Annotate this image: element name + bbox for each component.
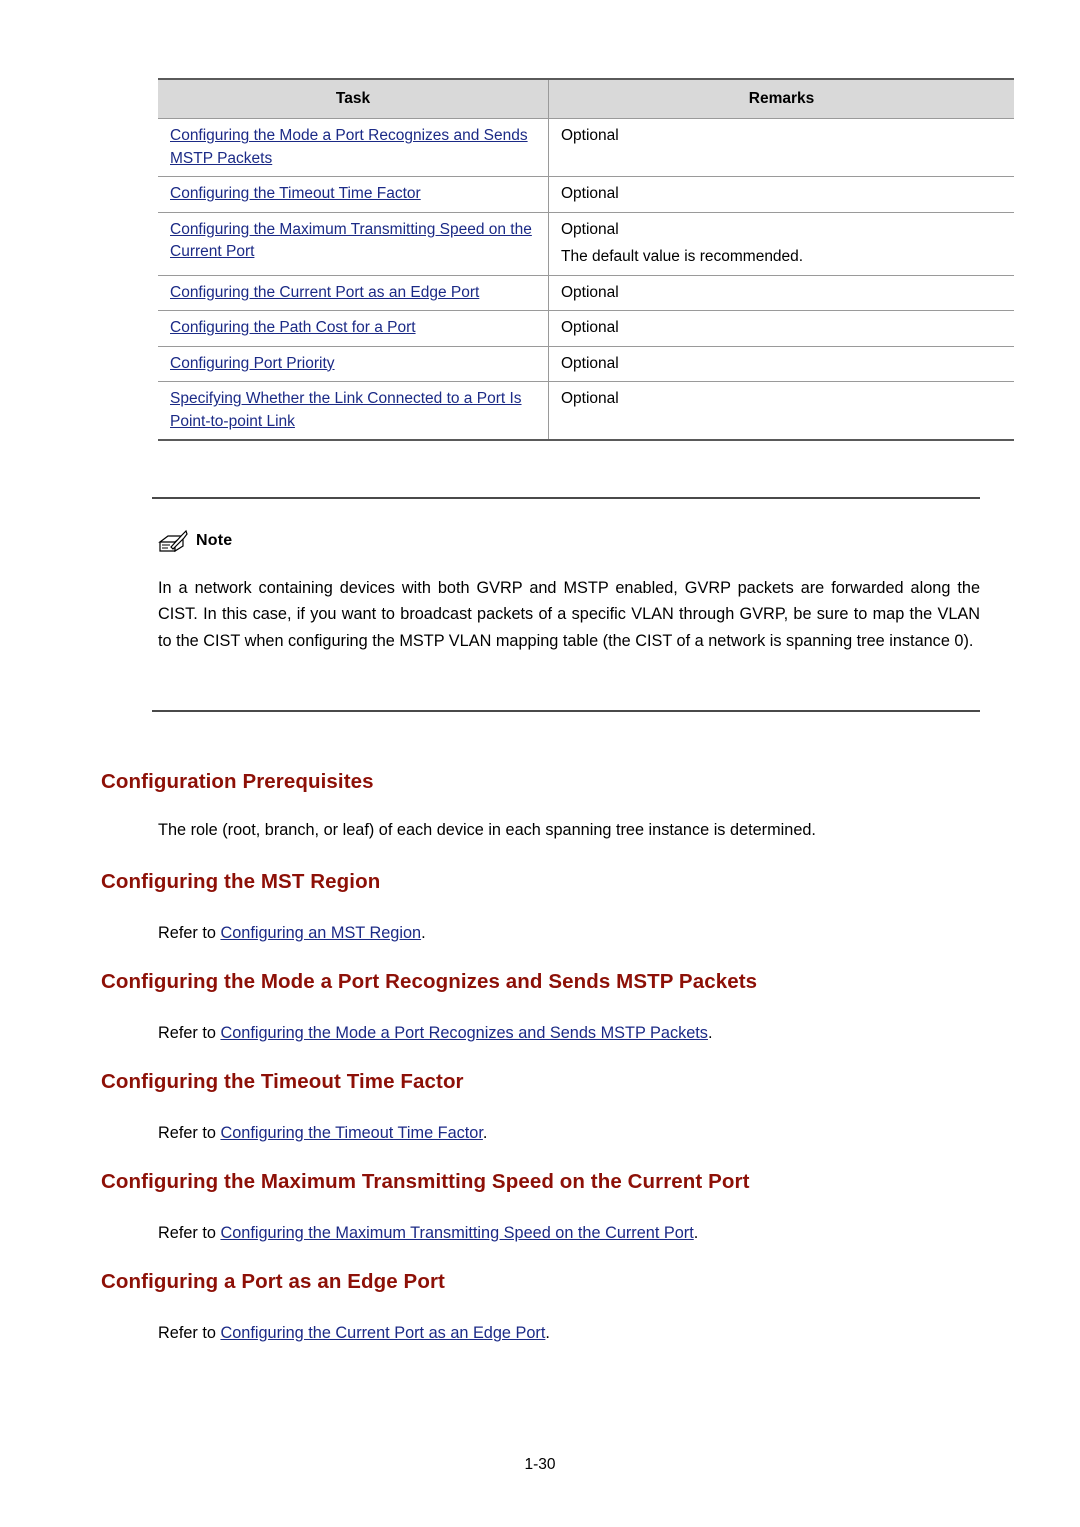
table-cell-remarks: Optional [548,176,1014,213]
note-label: Note [196,532,233,549]
paragraph-suffix: . [707,1024,713,1042]
remark-line: The default value is recommended. [561,248,804,266]
note-divider-bottom [152,710,980,712]
task-remarks-table: Task Remarks Configuring the Mode a Port… [158,78,1014,442]
table-row: Configuring the Maximum Transmitting Spe… [158,211,1014,276]
cross-reference-link[interactable]: Configuring an MST Region [220,924,421,942]
remark-line: Optional [561,390,619,408]
document-page: Task Remarks Configuring the Mode a Port… [0,0,1080,1527]
task-link[interactable]: Configuring the Current Port as an Edge … [170,284,479,301]
task-link[interactable]: Specifying Whether the Link Connected to… [170,390,522,429]
table-cell-remarks: Optional [548,274,1014,312]
table-cell-remarks: Optional [548,310,1014,347]
page-footer: 1-30 [524,1456,556,1473]
table-row: Configuring the Current Port as an Edge … [158,274,1014,312]
table-cell-task: Configuring Port Priority [158,345,549,383]
remark-line: Optional [561,127,619,145]
table-row: Configuring the Timeout Time Factor Opti… [158,176,1014,213]
paragraph-configuring-a-port-as-an-edge-port: Refer to Configuring the Current Port as… [158,1321,550,1346]
paragraph-prefix: Refer to [158,1024,221,1042]
remark-line: Optional [561,319,619,337]
table-cell-task: Configuring the Maximum Transmitting Spe… [158,211,549,276]
paragraph-prefix: Refer to [158,1324,221,1342]
cross-reference-link[interactable]: Configuring the Mode a Port Recognizes a… [220,1024,708,1042]
table-header: Task Remarks [158,78,1014,120]
table-row: Configuring the Mode a Port Recognizes a… [158,118,1014,178]
paragraph-configuration-prerequisites: The role (root, branch, or leaf) of each… [158,818,948,843]
paragraph-configuring-the-maximum-transmitting-speed-on-the-current-port: Refer to Configuring the Maximum Transmi… [158,1221,698,1246]
heading-configuration-prerequisites: Configuration Prerequisites [101,770,374,793]
paragraph-prefix: Refer to [158,924,221,942]
heading-configuring-the-mode-a-port-recognizes-and-sends-mstp-packets: Configuring the Mode a Port Recognizes a… [101,970,758,993]
table-body: Configuring the Mode a Port Recognizes a… [158,118,1014,442]
remark-line: Optional [561,220,619,238]
paragraph-suffix: . [693,1224,699,1242]
table-cell-remarks: Optional [548,381,1014,442]
heading-configuring-a-port-as-an-edge-port: Configuring a Port as an Edge Port [101,1270,445,1293]
paragraph-text: The role (root, branch, or leaf) of each… [158,821,816,839]
cross-reference-link[interactable]: Configuring the Maximum Transmitting Spe… [220,1224,693,1242]
table-row: Specifying Whether the Link Connected to… [158,381,1014,442]
task-link[interactable]: Configuring the Timeout Time Factor [170,185,421,202]
task-link[interactable]: Configuring the Maximum Transmitting Spe… [170,221,532,260]
table-cell-task: Configuring the Current Port as an Edge … [158,274,549,312]
heading-configuring-the-timeout-time-factor: Configuring the Timeout Time Factor [101,1070,464,1093]
table-cell-task: Configuring the Timeout Time Factor [158,176,549,213]
remark-line: Optional [561,185,619,203]
note-divider-top [152,497,980,499]
column-header-remarks: Remarks [548,78,1014,120]
table-cell-task: Configuring the Mode a Port Recognizes a… [158,118,549,178]
note-body-text: In a network containing devices with bot… [158,579,980,650]
table-cell-remarks: Optional [548,118,1014,178]
table-header-row: Task Remarks [158,78,1014,120]
column-header-task: Task [158,78,549,120]
remark-line: Optional [561,283,619,301]
table-cell-remarks: Optional [548,345,1014,383]
note-header: Note [158,528,232,554]
paragraph-configuring-the-mst-region: Refer to Configuring an MST Region. [158,921,426,946]
cross-reference-link[interactable]: Configuring the Timeout Time Factor [220,1124,482,1142]
paragraph-configuring-the-timeout-time-factor: Refer to Configuring the Timeout Time Fa… [158,1121,487,1146]
paragraph-suffix: . [482,1124,488,1142]
table-row: Configuring Port Priority Optional [158,345,1014,383]
task-link[interactable]: Configuring Port Priority [170,355,335,372]
table-cell-task: Specifying Whether the Link Connected to… [158,381,549,442]
task-link[interactable]: Configuring the Path Cost for a Port [170,319,416,336]
table-cell-task: Configuring the Path Cost for a Port [158,310,549,347]
remark-line: Optional [561,354,619,372]
heading-configuring-the-mst-region: Configuring the MST Region [101,870,381,893]
table-row: Configuring the Path Cost for a Port Opt… [158,310,1014,347]
table-cell-remarks: Optional The default value is recommende… [548,211,1014,276]
paragraph-configuring-the-mode-a-port-recognizes-and-sends-mstp-packets: Refer to Configuring the Mode a Port Rec… [158,1021,712,1046]
paragraph-prefix: Refer to [158,1124,221,1142]
cross-reference-link[interactable]: Configuring the Current Port as an Edge … [220,1324,545,1342]
paragraph-suffix: . [545,1324,550,1342]
paragraph-prefix: Refer to [158,1224,221,1242]
heading-configuring-the-maximum-transmitting-speed-on-the-current-port: Configuring the Maximum Transmitting Spe… [101,1170,750,1193]
note-pencil-icon [158,528,188,554]
task-link[interactable]: Configuring the Mode a Port Recognizes a… [170,127,528,166]
paragraph-suffix: . [421,924,426,942]
